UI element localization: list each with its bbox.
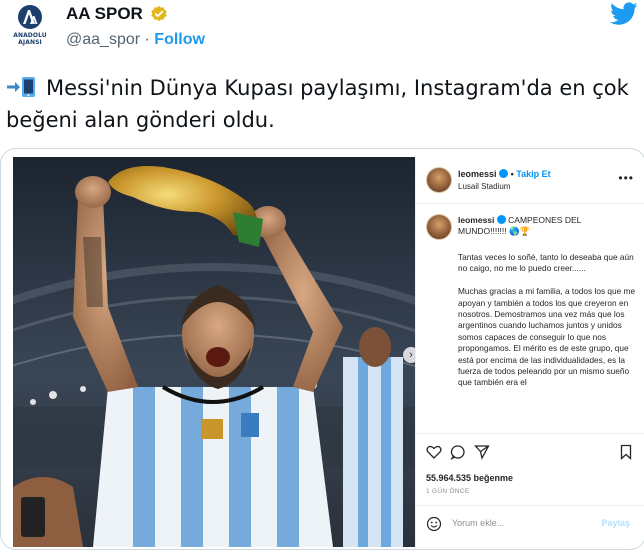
smile-icon[interactable] xyxy=(426,516,442,532)
more-icon[interactable]: ••• xyxy=(618,171,634,185)
comment-icon[interactable] xyxy=(450,444,466,460)
twitter-bird-icon[interactable] xyxy=(610,2,638,26)
caption-username[interactable]: leomessi xyxy=(458,215,494,225)
instagram-actions xyxy=(416,433,644,474)
instagram-follow-button[interactable]: Takip Et xyxy=(516,169,550,179)
messi-trophy-photo[interactable]: › xyxy=(13,157,415,547)
instagram-header: leomessi • Takip Et Lusail Stadium ••• xyxy=(416,157,644,204)
tweet-line-1: Messi'nin Dünya Kupası paylaşımı, Instag… xyxy=(6,72,644,104)
instagram-verified-icon xyxy=(499,169,509,178)
caption-header: leomessi CAMPEONES DEL MUNDO!!!!!!! 🌎🏆 xyxy=(458,215,628,237)
mobile-phone-arrow-icon xyxy=(6,75,40,97)
separator: · xyxy=(144,31,150,48)
caption-verified-icon xyxy=(496,215,506,224)
post-comment-button[interactable]: Paylaş xyxy=(601,518,630,528)
follow-button[interactable]: Follow xyxy=(154,31,205,48)
instagram-user-row: leomessi • Takip Et xyxy=(458,169,551,179)
instagram-username[interactable]: leomessi xyxy=(458,169,497,179)
likes-count[interactable]: 55.964.535 beğenme xyxy=(426,473,513,483)
media-card[interactable]: › leomessi • Takip Et Lusail Stadium •••… xyxy=(0,148,644,550)
instagram-caption: leomessi CAMPEONES DEL MUNDO!!!!!!! 🌎🏆 T… xyxy=(416,204,644,432)
logo-caption: ANADOLU AJANSI xyxy=(13,32,47,46)
tweet-text-line-2: beğeni alan gönderi oldu. xyxy=(6,108,275,132)
instagram-avatar[interactable] xyxy=(426,167,452,193)
handle-row: @aa_spor · Follow xyxy=(66,31,205,49)
comment-input[interactable]: Yorum ekle... xyxy=(452,518,504,528)
instagram-panel: leomessi • Takip Et Lusail Stadium ••• l… xyxy=(415,157,644,547)
heart-icon[interactable] xyxy=(426,444,442,460)
comment-bar: Yorum ekle... Paylaş xyxy=(416,505,644,546)
post-time: 1 GÜN ÖNCE xyxy=(426,488,470,495)
account-avatar[interactable]: ANADOLU AJANSI xyxy=(6,4,54,48)
bookmark-icon[interactable] xyxy=(618,444,634,460)
caption-body: Tantas veces lo soñé, tanto lo deseaba q… xyxy=(458,252,636,388)
share-icon[interactable] xyxy=(474,444,490,460)
next-arrow-icon[interactable]: › xyxy=(403,347,415,363)
caption-avatar[interactable] xyxy=(426,214,452,240)
account-name[interactable]: AA SPOR xyxy=(66,4,143,24)
instagram-location[interactable]: Lusail Stadium xyxy=(458,182,510,191)
tweet-text-line-1: Messi'nin Dünya Kupası paylaşımı, Instag… xyxy=(46,76,629,100)
tweet-text: Messi'nin Dünya Kupası paylaşımı, Instag… xyxy=(6,72,644,136)
verified-badge-icon xyxy=(151,5,167,22)
account-handle[interactable]: @aa_spor xyxy=(66,31,140,48)
anadolu-logo-icon xyxy=(18,5,42,29)
